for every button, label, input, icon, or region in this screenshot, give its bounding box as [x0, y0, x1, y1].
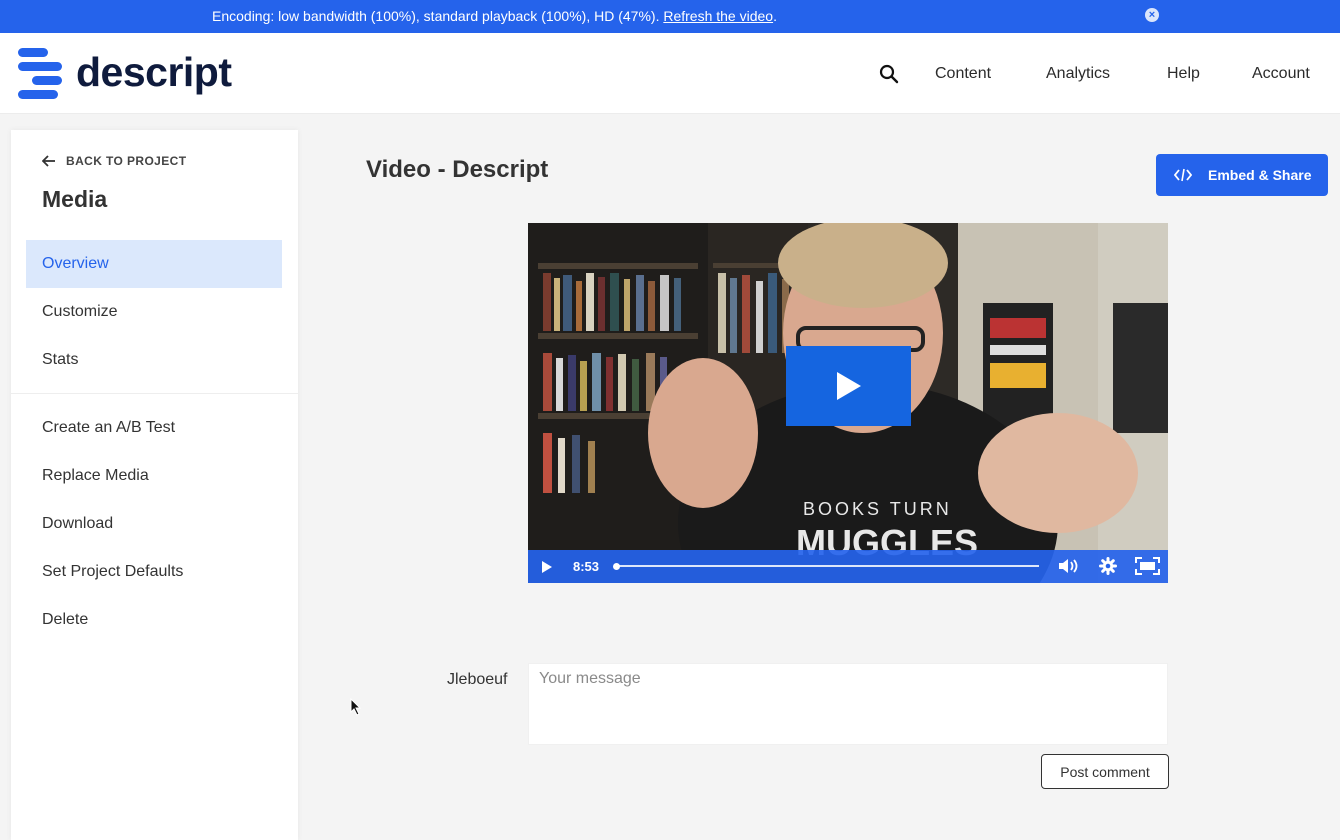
sidebar-item-ab-test[interactable]: Create an A/B Test	[26, 404, 282, 452]
back-to-project-label: BACK TO PROJECT	[66, 154, 187, 168]
sidebar-title: Media	[42, 186, 108, 212]
volume-icon[interactable]	[1058, 558, 1080, 574]
mouse-pointer-icon	[350, 698, 362, 716]
sidebar-item-download[interactable]: Download	[26, 500, 282, 548]
play-icon[interactable]	[541, 560, 553, 574]
video-duration: 8:53	[573, 559, 600, 574]
nav-analytics[interactable]: Analytics	[1046, 65, 1110, 83]
fullscreen-icon[interactable]	[1135, 557, 1160, 575]
progress-handle[interactable]	[613, 563, 620, 570]
code-icon	[1174, 168, 1192, 182]
embed-share-button[interactable]: Embed & Share	[1156, 154, 1328, 196]
svg-text:BOOKS TURN: BOOKS TURN	[803, 499, 952, 519]
comment-message-input[interactable]	[528, 663, 1168, 745]
brand-name[interactable]: descript	[76, 49, 232, 96]
encoding-banner: Encoding: low bandwidth (100%), standard…	[0, 0, 1340, 33]
encoding-suffix: .	[773, 8, 777, 24]
search-icon[interactable]	[879, 64, 899, 84]
settings-gear-icon[interactable]	[1099, 557, 1117, 575]
sidebar-divider	[11, 393, 298, 394]
top-header: descript Content Analytics Help Account	[0, 33, 1340, 114]
video-player[interactable]: BOOKS TURN MUGGLES 8:53	[528, 223, 1168, 583]
arrow-left-icon	[42, 155, 55, 167]
nav-account[interactable]: Account	[1252, 65, 1310, 83]
sidebar-item-stats[interactable]: Stats	[26, 336, 282, 384]
close-icon[interactable]: ×	[1145, 8, 1159, 22]
post-comment-button[interactable]: Post comment	[1041, 754, 1169, 789]
sidebar-item-overview[interactable]: Overview	[26, 240, 282, 288]
comment-author: Jleboeuf	[447, 671, 508, 688]
encoding-status: Encoding: low bandwidth (100%), standard…	[212, 8, 777, 24]
descript-logo-icon[interactable]	[18, 48, 62, 99]
video-controls: 8:53	[528, 550, 1168, 583]
back-to-project-link[interactable]: BACK TO PROJECT	[42, 154, 186, 168]
sidebar-item-delete[interactable]: Delete	[26, 596, 282, 644]
nav-help[interactable]: Help	[1167, 65, 1200, 83]
nav-content[interactable]: Content	[935, 65, 991, 83]
media-sidebar: BACK TO PROJECT Media Overview Customize…	[11, 130, 298, 840]
refresh-video-link[interactable]: Refresh the video	[663, 8, 773, 24]
big-play-button[interactable]	[786, 346, 911, 426]
encoding-message: Encoding: low bandwidth (100%), standard…	[212, 8, 664, 24]
progress-track[interactable]	[616, 565, 1039, 567]
play-icon	[837, 372, 861, 400]
page-title: Video - Descript	[366, 156, 549, 183]
sidebar-item-customize[interactable]: Customize	[26, 288, 282, 336]
sidebar-item-project-defaults[interactable]: Set Project Defaults	[26, 548, 282, 596]
embed-share-label: Embed & Share	[1208, 167, 1312, 183]
sidebar-item-replace-media[interactable]: Replace Media	[26, 452, 282, 500]
